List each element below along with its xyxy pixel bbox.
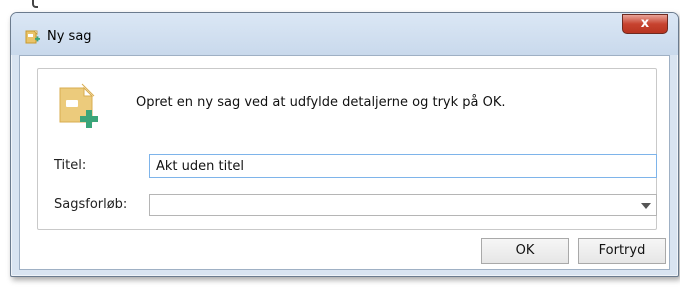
ok-button[interactable]: OK (481, 238, 569, 264)
chevron-down-icon[interactable] (641, 203, 651, 209)
background-window-fragment (32, 0, 38, 8)
new-case-dialog: Ny sag x Opret en ny sag ved at udfylde … (10, 12, 679, 277)
close-button[interactable]: x (622, 14, 668, 34)
process-select[interactable] (149, 194, 657, 216)
close-icon: x (640, 16, 650, 31)
details-group: Opret en ny sag ved at udfylde detaljern… (37, 68, 657, 230)
cancel-button[interactable]: Fortryd (578, 238, 666, 264)
title-input[interactable] (149, 154, 657, 178)
title-bar[interactable]: Ny sag x (11, 13, 678, 55)
dialog-body: Opret en ny sag ved at udfylde detaljern… (19, 55, 670, 270)
process-label: Sagsforløb: (54, 197, 128, 212)
title-label: Titel: (54, 158, 87, 173)
window-title: Ny sag (47, 29, 92, 44)
intro-instruction: Opret en ny sag ved at udfylde detaljern… (136, 95, 506, 110)
new-case-icon (25, 29, 41, 45)
new-case-plus-icon (58, 82, 100, 130)
